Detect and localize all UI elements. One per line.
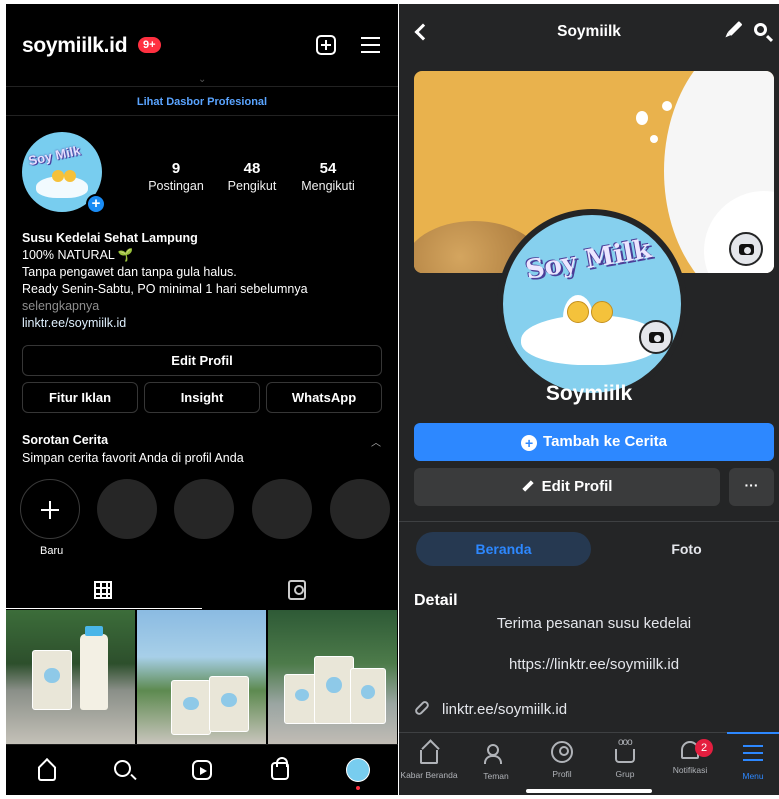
stat-followers[interactable]: 48 Pengikut [222, 160, 282, 193]
active-tab-indicator [727, 732, 779, 734]
activity-dot [356, 786, 360, 790]
leaf-icon: 🌱 [117, 248, 134, 262]
ad-tools-button[interactable]: Fitur Iklan [22, 382, 138, 413]
details-description: Terima pesanan susu kedelai [496, 615, 692, 632]
facebook-top-bar: Soymiilk [399, 4, 779, 64]
highlight-placeholder [252, 479, 312, 539]
bio-line-1: 100% NATURAL [22, 248, 115, 262]
highlights-title: Sorotan Cerita [22, 433, 109, 447]
nav-kabar-beranda[interactable]: Kabar Beranda [399, 741, 459, 780]
bio-more-link[interactable]: selengkapnya [22, 298, 308, 315]
home-icon[interactable] [38, 767, 56, 781]
active-tab-indicator [6, 608, 202, 609]
shop-icon[interactable] [271, 757, 289, 780]
professional-dashboard-link[interactable]: Lihat Dasbor Profesional [6, 86, 398, 116]
instagram-profile-screen: soymiilk.id 9+ ⌄ Lihat Dasbor Profesiona… [6, 4, 398, 795]
menu-icon [741, 741, 765, 765]
bio-name: Susu Kedelai Sehat Lampung [22, 231, 198, 245]
whatsapp-button[interactable]: WhatsApp [266, 382, 382, 413]
nav-profil[interactable]: Profil [532, 741, 592, 779]
instagram-header: soymiilk.id 9+ ⌄ [6, 4, 398, 85]
notification-count-badge: 2 [695, 739, 713, 757]
profile-camera-icon[interactable] [639, 320, 673, 354]
bottom-navigation: Kabar Beranda Teman Profil Grup Notifika… [399, 732, 779, 795]
grid-icon[interactable] [94, 581, 112, 599]
chevron-up-icon[interactable]: ︿ [371, 434, 381, 449]
facebook-profile-screen: Soymiilk Soy Milk Soymiilk + Tambah ke C… [399, 4, 779, 795]
bottom-navigation [6, 744, 398, 795]
new-highlight-button[interactable] [20, 479, 80, 539]
tab-beranda[interactable]: Beranda [416, 532, 591, 566]
groups-icon [615, 737, 635, 763]
divider [399, 521, 779, 522]
details-heading: Detail [414, 592, 458, 609]
nav-grup[interactable]: Grup [595, 737, 655, 779]
stat-following[interactable]: 54 Mengikuti [293, 160, 363, 193]
search-icon[interactable] [754, 23, 767, 36]
avatar-logo-text: Soy Milk [27, 142, 82, 169]
notification-badge: 9+ [138, 37, 161, 53]
reels-icon[interactable] [192, 760, 212, 780]
tab-foto[interactable]: Foto [599, 532, 774, 566]
stat-posts[interactable]: 9 Postingan [146, 160, 206, 193]
profile-name: Soymiilk [545, 382, 633, 405]
edit-profile-button[interactable]: Edit Profil [414, 468, 720, 506]
highlight-placeholder [97, 479, 157, 539]
menu-icon[interactable] [361, 37, 380, 53]
edit-profile-button[interactable]: Edit Profil [22, 345, 382, 376]
link-icon [413, 699, 431, 717]
post-thumbnail[interactable] [137, 610, 266, 744]
friends-icon [484, 741, 508, 765]
post-thumbnail[interactable] [6, 610, 135, 744]
home-icon [420, 750, 438, 764]
tagged-icon[interactable] [288, 580, 306, 600]
nav-menu[interactable]: Menu [723, 741, 779, 781]
profile-icon [551, 741, 573, 763]
website-link[interactable]: linktr.ee/soymiilk.id [413, 699, 567, 718]
more-options-button[interactable]: ··· [729, 468, 774, 506]
cover-camera-icon[interactable] [729, 232, 763, 266]
plus-circle-icon: + [521, 435, 538, 451]
highlight-placeholder [330, 479, 390, 539]
profile-username[interactable]: soymiilk.id [22, 34, 128, 58]
page-title: Soymiilk [557, 23, 621, 40]
insight-button[interactable]: Insight [144, 382, 260, 413]
profile-bio: Susu Kedelai Sehat Lampung 100% NATURAL … [22, 230, 308, 332]
profile-picture[interactable]: Soy Milk [497, 209, 687, 399]
bio-line-2: Tanpa pengawet dan tanpa gula halus. [22, 265, 237, 279]
avatar-logo-text: Soy Milk [523, 234, 654, 286]
bio-line-3: Ready Senin-Sabtu, PO minimal 1 hari seb… [22, 282, 308, 296]
search-icon[interactable] [114, 760, 131, 777]
pencil-icon [521, 480, 534, 492]
screenshot-collage: soymiilk.id 9+ ⌄ Lihat Dasbor Profesiona… [0, 0, 779, 799]
add-avatar-icon[interactable]: + [86, 194, 106, 214]
highlights-subtitle: Simpan cerita favorit Anda di profil And… [22, 451, 244, 465]
plus-square-icon[interactable] [316, 35, 336, 55]
details-url-text: https://linktr.ee/soymiilk.id [508, 656, 680, 673]
highlight-placeholder [174, 479, 234, 539]
home-indicator [526, 789, 652, 793]
profile-tab-avatar[interactable] [346, 758, 370, 782]
chevron-down-icon: ⌄ [198, 74, 207, 85]
nav-teman[interactable]: Teman [466, 741, 526, 781]
post-thumbnail[interactable] [268, 610, 397, 744]
bio-website-link[interactable]: linktr.ee/soymiilk.id [22, 315, 308, 332]
new-highlight-label: Baru [40, 545, 64, 557]
add-to-story-button[interactable]: + Tambah ke Cerita [414, 423, 774, 461]
